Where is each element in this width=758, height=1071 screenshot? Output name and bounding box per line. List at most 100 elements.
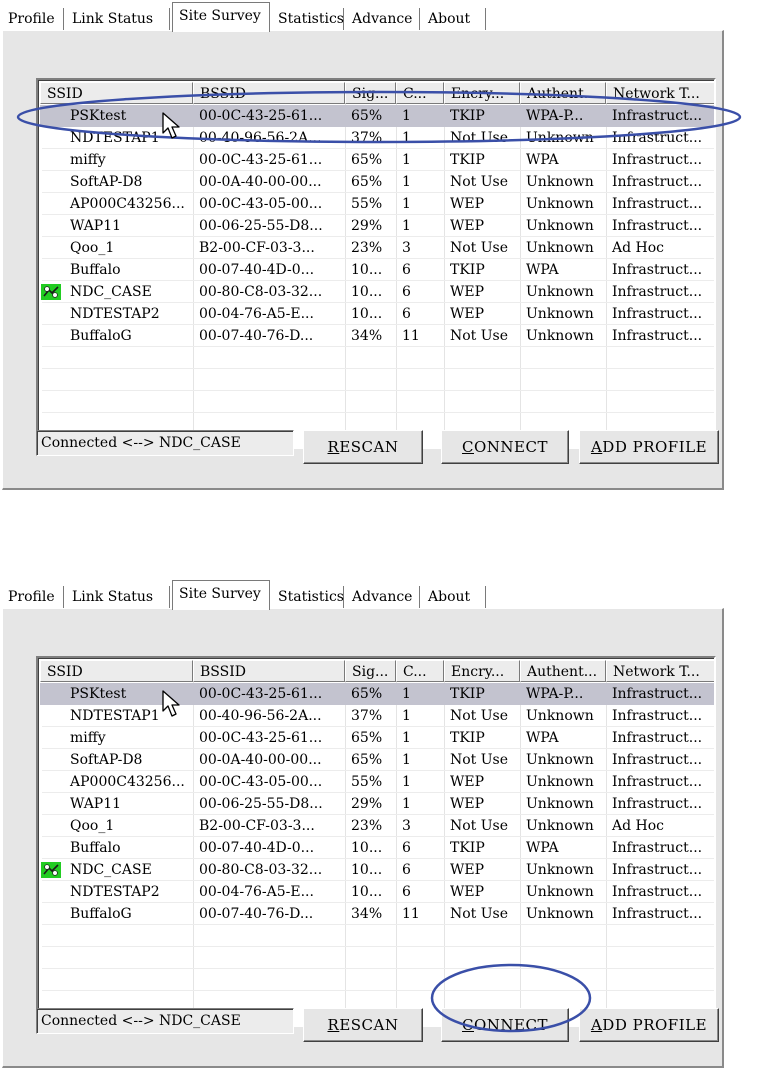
cell-signal: 65% <box>345 105 396 127</box>
cell-network-type: Infrastruct... <box>612 884 703 900</box>
cell-encryption: Not Use <box>450 752 509 768</box>
cell-auth: Unknown <box>526 708 594 724</box>
network-row[interactable]: NDC_CASE 00-80-C8-03-32... 10... 6 WEP Unknow… <box>40 281 714 303</box>
cell-channel: 1 <box>396 683 444 705</box>
cell-signal: 10... <box>351 840 383 856</box>
column-header-network-type[interactable]: Network T... <box>606 82 714 104</box>
network-row[interactable]: BuffaloG 00-07-40-76-D... 34% 11 Not Use Unkn… <box>40 903 714 925</box>
tab-about[interactable]: About <box>422 8 486 30</box>
column-header-signal[interactable]: Sig... <box>345 660 396 682</box>
network-row[interactable]: WAP11 00-06-25-55-D8... 29% 1 WEP Unknown Infr… <box>40 793 714 815</box>
cell-encryption: Not Use <box>450 328 509 344</box>
site-survey-panel-bottom: Profile Link Status Site Survey Statistics A… <box>2 578 724 1068</box>
cell-auth: Unknown <box>526 306 594 322</box>
column-header-network-type[interactable]: Network T... <box>606 660 714 682</box>
add-profile-button-label: DD PROFILE <box>602 438 708 456</box>
cell-auth: Unknown <box>526 240 594 256</box>
cell-bssid: 00-0C-43-05-00... <box>199 774 323 790</box>
connection-status: Connected <--> NDC_CASE <box>36 1008 294 1034</box>
cell-network-type: Infrastruct... <box>612 130 703 146</box>
cell-encryption: Not Use <box>450 818 509 834</box>
tab-site-survey[interactable]: Site Survey <box>172 580 270 610</box>
row-divider <box>42 946 714 947</box>
rescan-button[interactable]: RESCAN <box>303 1008 423 1042</box>
cell-auth: WPA <box>526 152 559 168</box>
tab-statistics[interactable]: Statistics <box>272 8 344 30</box>
column-header-auth[interactable]: Authent... <box>520 660 606 682</box>
network-row[interactable]: NDTESTAP2 00-04-76-A5-E... 10... 6 WEP Unknow… <box>40 881 714 903</box>
network-row[interactable]: PSKtest 00-0C-43-25-61... 65% 1 TKIP WPA-P...… <box>40 683 714 705</box>
tab-statistics[interactable]: Statistics <box>272 586 344 608</box>
network-row[interactable]: NDTESTAP1 00-40-96-56-2A... 37% 1 Not Use Unk… <box>40 127 714 149</box>
tab-profile[interactable]: Profile <box>2 586 64 608</box>
cell-signal: 10... <box>351 306 383 322</box>
column-header-encryption[interactable]: Encry... <box>444 82 520 104</box>
cell-signal: 65% <box>351 752 383 768</box>
cell-ssid: NDTESTAP2 <box>70 306 160 322</box>
cell-auth: Unknown <box>526 218 594 234</box>
cell-encryption: WEP <box>450 218 485 234</box>
tab-site-survey[interactable]: Site Survey <box>172 2 270 32</box>
network-list[interactable]: SSID BSSID Sig... C... Encry... Authent... Net… <box>36 78 716 449</box>
column-header-signal[interactable]: Sig... <box>345 82 396 104</box>
network-row[interactable]: Buffalo 00-07-40-4D-0... 10... 6 TKIP WPA Infr… <box>40 259 714 281</box>
cell-ssid: AP000C43256... <box>70 196 185 212</box>
network-row[interactable]: NDC_CASE 00-80-C8-03-32... 10... 6 WEP Unknow… <box>40 859 714 881</box>
cell-signal: 23% <box>351 818 383 834</box>
cell-encryption: WEP <box>450 862 485 878</box>
tab-about[interactable]: About <box>422 586 486 608</box>
tab-link-status[interactable]: Link Status <box>66 8 170 30</box>
tab-advance[interactable]: Advance <box>346 8 420 30</box>
column-header-encryption[interactable]: Encry... <box>444 660 520 682</box>
network-row[interactable]: BuffaloG 00-07-40-76-D... 34% 11 Not Use Unkn… <box>40 325 714 347</box>
network-row[interactable]: NDTESTAP2 00-04-76-A5-E... 10... 6 WEP Unknow… <box>40 303 714 325</box>
tab-link-status[interactable]: Link Status <box>66 586 170 608</box>
cell-auth: Unknown <box>526 174 594 190</box>
cell-encryption: Not Use <box>450 240 509 256</box>
network-row[interactable]: Qoo_1 B2-00-CF-03-3... 23% 3 Not Use Unknown A… <box>40 237 714 259</box>
column-header-auth[interactable]: Authent... <box>520 82 606 104</box>
column-header-ssid[interactable]: SSID <box>40 660 193 682</box>
add-profile-button[interactable]: ADD PROFILE <box>579 430 719 464</box>
cell-signal: 65% <box>351 152 383 168</box>
connect-button[interactable]: CONNECT <box>441 430 569 464</box>
column-header-bssid[interactable]: BSSID <box>193 82 345 104</box>
network-row[interactable]: AP000C43256... 00-0C-43-05-00... 55% 1 WEP Un… <box>40 193 714 215</box>
cell-channel: 1 <box>402 174 411 190</box>
network-row[interactable]: miffy 00-0C-43-25-61... 65% 1 TKIP WPA Infrast… <box>40 149 714 171</box>
network-row[interactable]: PSKtest 00-0C-43-25-61... 65% 1 TKIP WPA-P...… <box>40 105 714 127</box>
network-row[interactable]: AP000C43256... 00-0C-43-05-00... 55% 1 WEP Un… <box>40 771 714 793</box>
cell-channel: 3 <box>402 818 411 834</box>
cell-channel: 6 <box>402 306 411 322</box>
site-survey-frame: SSID BSSID Sig... C... Encry... Authent... Net… <box>2 608 724 1068</box>
network-row[interactable]: WAP11 00-06-25-55-D8... 29% 1 WEP Unknown Infr… <box>40 215 714 237</box>
cell-channel: 1 <box>402 152 411 168</box>
cell-ssid: SoftAP-D8 <box>70 174 143 190</box>
connected-network-icon <box>41 862 61 878</box>
tab-profile[interactable]: Profile <box>2 8 64 30</box>
network-list[interactable]: SSID BSSID Sig... C... Encry... Authent... Net… <box>36 656 716 1027</box>
list-header: SSID BSSID Sig... C... Encry... Authent... Net… <box>40 660 714 682</box>
rescan-button-label: ESCAN <box>339 1016 399 1034</box>
add-profile-button[interactable]: ADD PROFILE <box>579 1008 719 1042</box>
network-row[interactable]: SoftAP-D8 00-0A-40-00-00... 65% 1 Not Use Unk… <box>40 171 714 193</box>
connect-button[interactable]: CONNECT <box>441 1008 569 1042</box>
column-header-ssid[interactable]: SSID <box>40 82 193 104</box>
cell-signal: 65% <box>351 730 383 746</box>
cell-network-type: Ad Hoc <box>612 818 665 834</box>
network-row[interactable]: NDTESTAP1 00-40-96-56-2A... 37% 1 Not Use Unk… <box>40 705 714 727</box>
column-header-channel[interactable]: C... <box>396 660 444 682</box>
cell-encryption: WEP <box>450 774 485 790</box>
rescan-button[interactable]: RESCAN <box>303 430 423 464</box>
network-row[interactable]: Qoo_1 B2-00-CF-03-3... 23% 3 Not Use Unknown A… <box>40 815 714 837</box>
cell-ssid: BuffaloG <box>70 906 132 922</box>
cell-encryption: WEP <box>450 884 485 900</box>
column-header-channel[interactable]: C... <box>396 82 444 104</box>
network-row[interactable]: miffy 00-0C-43-25-61... 65% 1 TKIP WPA Infrast… <box>40 727 714 749</box>
network-row[interactable]: SoftAP-D8 00-0A-40-00-00... 65% 1 Not Use Unk… <box>40 749 714 771</box>
column-header-bssid[interactable]: BSSID <box>193 660 345 682</box>
network-row[interactable]: Buffalo 00-07-40-4D-0... 10... 6 TKIP WPA Infr… <box>40 837 714 859</box>
tab-advance[interactable]: Advance <box>346 586 420 608</box>
cell-auth: Unknown <box>526 906 594 922</box>
cell-channel: 6 <box>402 862 411 878</box>
